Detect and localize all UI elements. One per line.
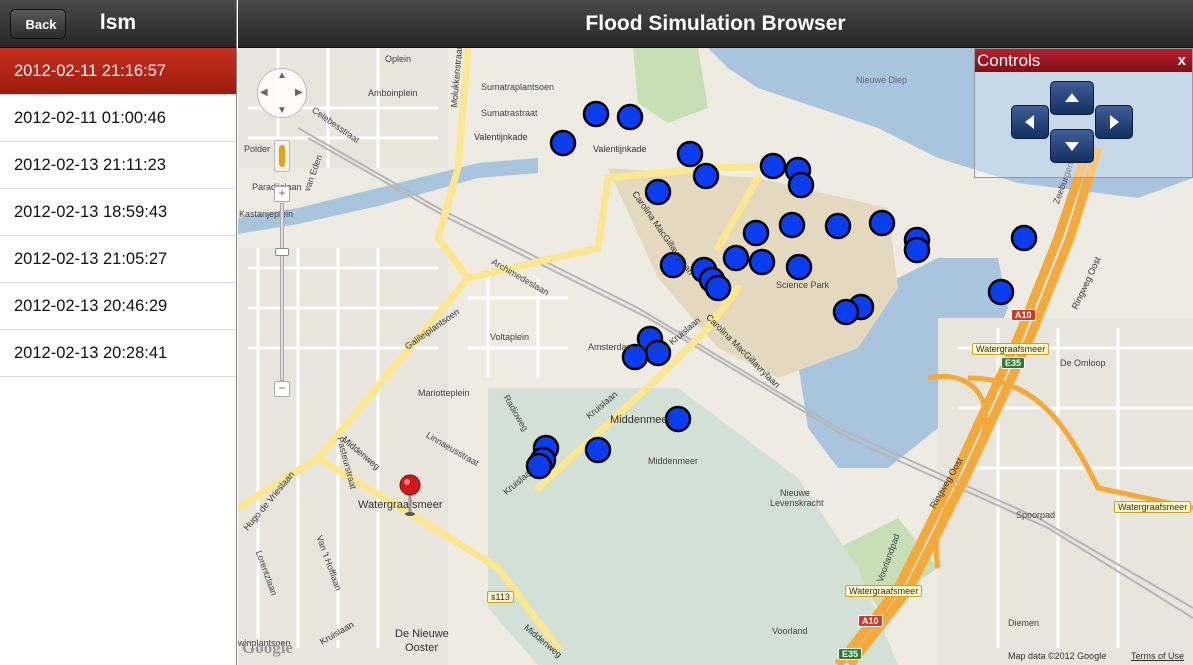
sidebar-header: Back lsm xyxy=(0,0,236,48)
list-item[interactable]: 2012-02-13 20:28:41 xyxy=(0,330,236,377)
simulation-list: 2012-02-11 21:16:57 2012-02-11 01:00:46 … xyxy=(0,48,236,377)
arrow-down-icon xyxy=(1065,142,1079,151)
pan-right-icon[interactable]: ▶ xyxy=(295,87,303,98)
main-header: Flood Simulation Browser xyxy=(238,0,1193,48)
map-label: De Nieuwe xyxy=(395,628,449,640)
pan-down-icon[interactable]: ▼ xyxy=(277,105,287,116)
list-item[interactable]: 2012-02-13 20:46:29 xyxy=(0,283,236,330)
zoom-slider-thumb[interactable] xyxy=(275,248,289,256)
controls-title: Controls xyxy=(977,50,1041,70)
map-label: Oplein xyxy=(385,54,412,64)
map-attribution: Map data ©2012 Google xyxy=(1008,651,1107,661)
road-sign: Watergraafsmeer xyxy=(1114,501,1192,513)
map-label: Middenmeer xyxy=(648,456,699,466)
map-label: Sumatraplantsoen xyxy=(481,82,555,92)
map-label: Nieuwe xyxy=(780,488,811,498)
road-shield: E35 xyxy=(1001,357,1026,369)
road-shield: A10 xyxy=(1011,309,1036,321)
map-label: Sumatrastraat xyxy=(481,108,538,118)
road-shield: A10 xyxy=(858,615,883,627)
map-label: Amsterdam Science xyxy=(588,342,669,352)
map-label: Amboinplein xyxy=(368,88,418,98)
map-label: Valentijnkade xyxy=(474,132,528,142)
move-left-button[interactable] xyxy=(1011,105,1049,139)
google-logo: Google xyxy=(242,638,293,657)
map-label: Valentijnkade xyxy=(593,144,647,154)
move-up-button[interactable] xyxy=(1050,81,1094,115)
map-label: Polder xyxy=(244,144,271,154)
zoom-slider-track[interactable] xyxy=(280,203,284,381)
controls-panel: Controls x xyxy=(974,48,1193,178)
map-label: Middenmeer xyxy=(610,414,672,426)
map-label: Voltaplein xyxy=(490,332,530,342)
list-item[interactable]: 2012-02-13 21:05:27 xyxy=(0,236,236,283)
arrow-left-icon xyxy=(1025,115,1034,129)
map-label: Diemen xyxy=(1008,618,1040,628)
map-view[interactable]: Nieuwe Diep Oplein Amboinplein Sumatrapl… xyxy=(238,48,1193,665)
pan-up-icon[interactable]: ▲ xyxy=(277,70,287,81)
map-label: Nieuwe Diep xyxy=(856,75,908,85)
map-label: Voorland xyxy=(772,626,808,636)
pan-left-icon[interactable]: ◀ xyxy=(260,87,268,98)
close-icon[interactable]: x xyxy=(1178,52,1186,69)
list-item[interactable]: 2012-02-11 01:00:46 xyxy=(0,95,236,142)
terms-of-use-link[interactable]: Terms of Use xyxy=(1131,651,1184,661)
map-label: Spoorpad xyxy=(1016,510,1056,520)
move-right-button[interactable] xyxy=(1095,105,1133,139)
move-down-button[interactable] xyxy=(1050,129,1094,163)
location-pin-icon[interactable] xyxy=(398,474,422,518)
back-button-label: Back xyxy=(25,16,57,32)
map-label: De Omloop xyxy=(1060,358,1106,368)
list-item[interactable]: 2012-02-13 18:59:43 xyxy=(0,189,236,236)
map-label: Mariotteplein xyxy=(418,388,470,398)
zoom-out-button[interactable]: − xyxy=(274,381,290,397)
zoom-in-button[interactable]: + xyxy=(274,186,290,202)
map-label: Kastanjeplein xyxy=(239,209,294,219)
road-sign: Watergraafsmeer xyxy=(845,585,923,597)
arrow-right-icon xyxy=(1110,115,1119,129)
controls-title-bar: Controls x xyxy=(975,49,1192,72)
map-label: Science Park xyxy=(776,280,830,290)
road-shield: E35 xyxy=(838,648,863,660)
page-title: Flood Simulation Browser xyxy=(585,12,846,35)
road-shield: s113 xyxy=(487,591,514,603)
list-item[interactable]: 2012-02-13 21:11:23 xyxy=(0,142,236,189)
map-label: Ooster xyxy=(405,642,439,654)
pan-control[interactable]: ▲ ▼ ◀ ▶ xyxy=(257,68,307,118)
map-label: Levenskracht xyxy=(770,498,824,508)
road-sign: Watergraafsmeer xyxy=(972,343,1050,355)
simulation-list-panel: Back lsm 2012-02-11 21:16:57 2012-02-11 … xyxy=(0,0,237,665)
list-item[interactable]: 2012-02-11 21:16:57 xyxy=(0,48,236,95)
arrow-up-icon xyxy=(1065,93,1079,102)
street-view-pegman-icon[interactable] xyxy=(274,140,290,172)
